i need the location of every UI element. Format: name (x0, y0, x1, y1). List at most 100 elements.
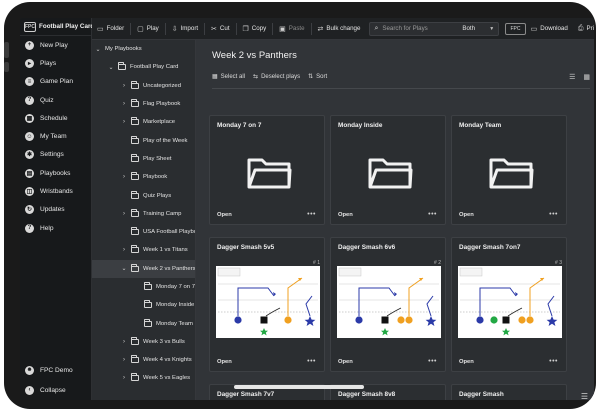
import-label: Import (180, 25, 199, 32)
tree-item[interactable]: Play Sheet (92, 150, 195, 168)
tree-item[interactable]: › Flag Playbook (92, 95, 195, 113)
tree-item-label: Play of the Week (143, 137, 188, 144)
chevron-right-icon[interactable]: › (121, 247, 127, 253)
tree-item[interactable]: ⌄ Week 2 vs Panthers (92, 259, 195, 278)
tree-item[interactable]: ⌄ My Playbooks (92, 40, 195, 58)
tree-item[interactable]: USA Football Playbook (92, 223, 195, 241)
tree-item[interactable]: Monday Inside (92, 296, 195, 314)
tree-item-label: Uncategorized (143, 82, 181, 89)
new-play-button[interactable]: ▢ Play (132, 18, 164, 40)
nav-item-schedule[interactable]: ▦ Schedule (20, 109, 91, 127)
chat-icon[interactable]: ☰ (581, 392, 588, 400)
collapse-button[interactable]: ‹ Collapse (20, 380, 92, 400)
folder-icon (118, 62, 126, 71)
nav-item-playbooks[interactable]: ▤ Playbooks (20, 164, 91, 182)
chevron-right-icon[interactable]: › (121, 174, 127, 180)
updates-icon: ↻ (25, 205, 34, 215)
tree-item[interactable]: Monday Team (92, 314, 195, 332)
tree-item[interactable]: › Week 4 vs Knights (92, 351, 195, 369)
tree-item[interactable]: › Uncategorized (92, 77, 195, 95)
import-button[interactable]: ⇩ Import (167, 18, 203, 40)
download-button[interactable]: ▭ Download (526, 18, 573, 40)
bulk-change-button[interactable]: ⇄ Bulk change (313, 18, 366, 40)
search-input[interactable] (382, 25, 453, 32)
nav-item-game-plan[interactable]: ≡ Game Plan (20, 73, 91, 91)
open-button[interactable]: Open (217, 359, 232, 365)
search-scope-select[interactable]: Both (462, 25, 475, 32)
play-card[interactable]: Dagger Smash 6v6 # 2 Open ••• (330, 237, 446, 372)
folder-card[interactable]: Monday Inside Open ••• (330, 115, 446, 225)
more-options-icon[interactable]: ••• (428, 358, 437, 365)
open-button[interactable]: Open (459, 212, 474, 218)
sort-button[interactable]: ⇅ Sort (308, 73, 327, 81)
tree-item[interactable]: › Training Camp (92, 205, 195, 223)
nav-item-settings[interactable]: ✱ Settings (20, 146, 91, 164)
chevron-right-icon[interactable]: › (121, 339, 127, 345)
user-menu[interactable]: ☻ FPC Demo (20, 360, 92, 380)
more-options-icon[interactable]: ••• (549, 358, 558, 365)
tree-item-label: Week 5 vs Eagles (143, 375, 191, 382)
play-card[interactable]: Dagger Smash# 6 (451, 384, 567, 400)
chevron-right-icon[interactable]: › (121, 357, 127, 363)
open-button[interactable]: Open (338, 212, 353, 218)
more-options-icon[interactable]: ••• (307, 211, 316, 218)
copy-button[interactable]: ❐ Copy (237, 18, 271, 40)
chevron-down-icon[interactable]: ⌄ (121, 265, 127, 272)
tree-item[interactable]: Quiz Plays (92, 186, 195, 204)
nav-item-quiz[interactable]: ? Quiz (20, 91, 91, 109)
nav-item-wristbands[interactable]: ◫ Wristbands (20, 182, 91, 200)
open-button[interactable]: Open (459, 359, 474, 365)
chevron-right-icon[interactable]: › (121, 119, 127, 125)
tree-item[interactable]: › Week 3 vs Bulls (92, 333, 195, 351)
nav-item-my-team[interactable]: ☺ My Team (20, 127, 91, 145)
deselect-plays-button[interactable]: ⇆ Deselect plays (253, 73, 300, 81)
more-options-icon[interactable]: ••• (428, 211, 437, 218)
select-all-button[interactable]: ▦ Select all (212, 73, 245, 81)
nav-item-label: Help (40, 224, 54, 232)
new-folder-button[interactable]: ▭ Folder (92, 18, 129, 40)
folder-card[interactable]: Monday 7 on 7 Open ••• (209, 115, 325, 225)
chevron-right-icon[interactable]: › (121, 83, 127, 89)
tree-item[interactable]: › Week 1 vs Titans (92, 241, 195, 259)
user-avatar-icon: ☻ (25, 365, 34, 375)
open-button[interactable]: Open (338, 359, 353, 365)
card-title: Dagger Smash 5v5 (217, 244, 275, 251)
print-button[interactable]: ⎙ Pri (573, 18, 594, 40)
chevron-right-icon[interactable]: › (121, 211, 127, 217)
nav-item-plays[interactable]: ▸ Plays (20, 54, 91, 72)
list-view-icon[interactable]: ☰ (569, 73, 575, 81)
tree-item-label: Training Camp (143, 210, 182, 217)
chevron-down-icon[interactable]: ⌄ (108, 64, 114, 71)
play-card[interactable]: Dagger Smash 5v5 # 1 Open ••• (209, 237, 325, 372)
chevron-down-icon[interactable]: ⌄ (95, 46, 101, 53)
open-button[interactable]: Open (217, 212, 232, 218)
brand[interactable]: FPC Football Play Card (20, 18, 94, 36)
more-options-icon[interactable]: ••• (307, 358, 316, 365)
fpc-badge-icon[interactable]: FPC (505, 22, 526, 35)
chevron-right-icon[interactable]: › (121, 101, 127, 107)
tree-item[interactable]: Play of the Week (92, 131, 195, 149)
folder-icon (489, 158, 534, 189)
card-title: Monday Inside (338, 122, 383, 129)
divider (164, 22, 166, 35)
play-card[interactable]: Dagger Smash 7on7 # 3 Open ••• (451, 237, 567, 372)
tree-item[interactable]: › Playbook (92, 168, 195, 186)
tree-item[interactable]: Monday 7 on 7 (92, 278, 195, 296)
cut-button[interactable]: ✂ Cut (206, 18, 235, 40)
tree-item[interactable]: › Marketplace (92, 113, 195, 131)
tree-item[interactable]: › Week 5 vs Eagles (92, 369, 195, 387)
tree-item-label: Monday 7 on 7 (156, 284, 195, 290)
more-options-icon[interactable]: ••• (549, 211, 558, 218)
nav-item-new-play[interactable]: + New Play (20, 36, 91, 54)
tree-item[interactable]: ⌄ Football Play Card (92, 58, 195, 76)
chevron-right-icon[interactable]: › (121, 375, 127, 381)
nav-item-updates[interactable]: ↻ Updates (20, 201, 91, 219)
paste-button[interactable]: ▣ Paste (274, 18, 309, 40)
plus-icon: + (25, 40, 34, 50)
nav-item-help[interactable]: ? Help (20, 219, 91, 237)
search-box[interactable]: ⌕ Both ▼ (369, 21, 500, 36)
folder-icon (131, 373, 139, 382)
print-label: Pri (586, 25, 594, 32)
folder-card[interactable]: Monday Team Open ••• (451, 115, 567, 225)
grid-view-icon[interactable]: ▦ (583, 73, 590, 81)
